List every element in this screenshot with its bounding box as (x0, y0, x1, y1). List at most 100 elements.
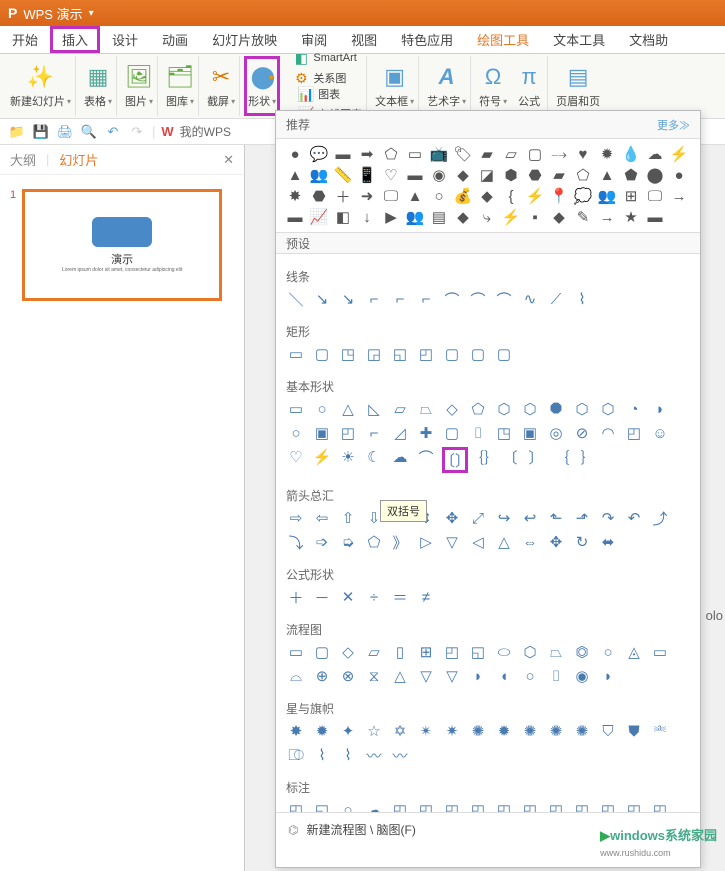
fc-document-icon[interactable]: ◰ (442, 642, 462, 662)
cloud-icon[interactable]: ☁ (646, 145, 664, 163)
arrow-callout-down-icon[interactable]: ▽ (442, 532, 462, 552)
trapezoid-outline-icon[interactable]: ⏢ (416, 399, 436, 419)
arrow-up-outline-icon[interactable]: ⇧ (338, 508, 358, 528)
callout-border3-icon[interactable]: ◰ (650, 800, 670, 812)
pentagon-outline-icon[interactable]: ⬠ (468, 399, 488, 419)
shape-misc-icon[interactable]: ⬟ (622, 166, 640, 184)
panel-tab-outline[interactable]: 大纲 (10, 150, 36, 169)
layers-icon[interactable]: ▤ (430, 208, 448, 226)
arrow-left-outline-icon[interactable]: ⇦ (312, 508, 332, 528)
line-double-arrow-icon[interactable]: ↘ (338, 289, 358, 309)
arrow-pentagon-icon[interactable]: ⬠ (364, 532, 384, 552)
fc-internal-storage-icon[interactable]: ⊞ (416, 642, 436, 662)
diamond-small-icon[interactable]: ◆ (454, 208, 472, 226)
tab-doc-help[interactable]: 文档助 (617, 26, 680, 53)
double-bracket-icon[interactable]: 〔〕 (442, 447, 468, 473)
arrow-callout-quad-icon[interactable]: ✥ (546, 532, 566, 552)
folded-corner-icon[interactable]: ◰ (624, 423, 644, 443)
ribbon-picture[interactable]: 🖼 图片▾ (121, 56, 158, 116)
brace-open-icon[interactable]: { (502, 187, 520, 205)
double-wave-icon[interactable]: 〰 (390, 745, 410, 765)
hexagon-icon[interactable]: ⬣ (526, 166, 544, 184)
rectangle-icon[interactable]: ▭ (286, 344, 306, 364)
diamond-shape-icon[interactable]: ◆ (454, 166, 472, 184)
elbow-double-icon[interactable]: ⌐ (416, 289, 436, 309)
tab-animation[interactable]: 动画 (150, 26, 200, 53)
pentagon-solid-icon[interactable]: ⬠ (574, 166, 592, 184)
arrow-quad-icon[interactable]: ✥ (442, 508, 462, 528)
arrow-callout-lr-icon[interactable]: ⇔ (520, 532, 540, 552)
rounded-rectangle-icon[interactable]: ▢ (312, 344, 332, 364)
redo-icon[interactable]: ↷ (128, 123, 146, 141)
isoceles-triangle-icon[interactable]: △ (338, 399, 358, 419)
ribbon-curved-up-icon[interactable]: ⎃ (650, 721, 670, 741)
plus-box-icon[interactable]: ⊞ (622, 187, 640, 205)
arrow-chevron-icon[interactable]: 》 (390, 532, 410, 552)
arrow-curved-left-icon[interactable]: ↶ (624, 508, 644, 528)
lightning-outline-icon[interactable]: ⚡ (312, 447, 332, 467)
explosion2-icon[interactable]: ✹ (312, 721, 332, 741)
donut-outline-icon[interactable]: ◎ (546, 423, 566, 443)
tab-slideshow[interactable]: 幻灯片放映 (200, 26, 289, 53)
can-icon[interactable]: ⌷ (468, 423, 488, 443)
tab-view[interactable]: 视图 (339, 26, 389, 53)
callout-line2-icon[interactable]: ◰ (416, 800, 436, 812)
square-half-icon[interactable]: ◧ (334, 208, 352, 226)
ribbon-screenshot[interactable]: ✂ 截屏▾ (203, 56, 240, 116)
parallelogram-icon[interactable]: ▱ (502, 145, 520, 163)
cube-icon[interactable]: ◪ (478, 166, 496, 184)
fc-stored-data-icon[interactable]: ◗ (468, 666, 488, 686)
hexagon-outline-icon[interactable]: ⬡ (494, 399, 514, 419)
people-group-icon[interactable]: 👥 (310, 166, 328, 184)
fc-delay-icon[interactable]: ◖ (494, 666, 514, 686)
chart-line-icon[interactable]: 📈 (310, 208, 328, 226)
fc-preparation-icon[interactable]: ⬡ (520, 642, 540, 662)
block-arc-icon[interactable]: ◠ (598, 423, 618, 443)
text-box-shape-icon[interactable]: ▭ (286, 399, 306, 419)
save-icon[interactable]: 💾 (32, 123, 50, 141)
diamond-solid-icon[interactable]: ◆ (478, 187, 496, 205)
eq-divide-icon[interactable]: ÷ (364, 587, 384, 607)
rounded-pill-icon[interactable]: ▬ (646, 208, 664, 226)
ribbon-gallery[interactable]: 🗂 图库▾ (162, 56, 199, 116)
callout-line1-icon[interactable]: ◰ (390, 800, 410, 812)
hexagon-solid-icon[interactable]: ⬣ (310, 187, 328, 205)
eq-multiply-icon[interactable]: ✕ (338, 587, 358, 607)
diamond-wide-icon[interactable]: ◆ (550, 208, 568, 226)
freeform-icon[interactable]: ⟋ (546, 289, 566, 309)
shapes-categories-scroll[interactable]: 线条 ＼ ↘ ↘ ⌐ ⌐ ⌐ ⌒ ⌒ ⌒ ∿ ⟋ ⌇ 矩形 ▭ ▢ ◳ ◲ ◱ … (276, 254, 700, 812)
ribbon-table[interactable]: ▦ 表格▾ (80, 56, 117, 116)
arrow-left-up-icon[interactable]: ⬑ (546, 508, 566, 528)
title-caret-icon[interactable]: ▾ (89, 8, 94, 19)
callout-rect-outline-icon[interactable]: ◰ (286, 800, 306, 812)
snip-corner-icon[interactable]: ◳ (338, 344, 358, 364)
star4-icon[interactable]: ✦ (338, 721, 358, 741)
panel-tab-slides[interactable]: 幻灯片 (59, 150, 98, 169)
fc-display-icon[interactable]: ◗ (598, 666, 618, 686)
star32-icon[interactable]: ✺ (572, 721, 592, 741)
flag-solid-icon[interactable]: ▶ (382, 208, 400, 226)
arrow-callout-up-icon[interactable]: △ (494, 532, 514, 552)
group-icon[interactable]: 👥 (406, 208, 424, 226)
dodecagon-icon[interactable]: ⬡ (598, 399, 618, 419)
arrow-right-icon[interactable]: ➡ (358, 145, 376, 163)
tab-special[interactable]: 特色应用 (389, 26, 465, 53)
callout-line3-icon[interactable]: ◰ (442, 800, 462, 812)
plus-thin-icon[interactable]: ＋ (334, 187, 352, 205)
scroll-vert-icon[interactable]: ⌇ (312, 745, 332, 765)
ribbon-new-slide[interactable]: ✨ 新建幻灯片▾ (6, 56, 76, 116)
bolt-icon[interactable]: ⚡ (526, 187, 544, 205)
heart-icon[interactable]: ♥ (574, 145, 592, 163)
tab-start[interactable]: 开始 (0, 26, 50, 53)
trapezoid-icon[interactable]: ⬢ (502, 166, 520, 184)
curve-icon[interactable]: ∿ (520, 289, 540, 309)
speech-bubble-icon[interactable]: 💬 (310, 145, 328, 163)
eq-not-equal-icon[interactable]: ≠ (416, 587, 436, 607)
pin-icon[interactable]: 📍 (550, 187, 568, 205)
l-path-icon[interactable]: ⤷ (478, 208, 496, 226)
fc-merge-icon[interactable]: ▽ (442, 666, 462, 686)
arrow-callout-right-icon[interactable]: ▷ (416, 532, 436, 552)
decagon-icon[interactable]: ⬡ (572, 399, 592, 419)
frame-shape-icon[interactable]: ▣ (312, 423, 332, 443)
teardrop-icon[interactable]: ○ (286, 423, 306, 443)
